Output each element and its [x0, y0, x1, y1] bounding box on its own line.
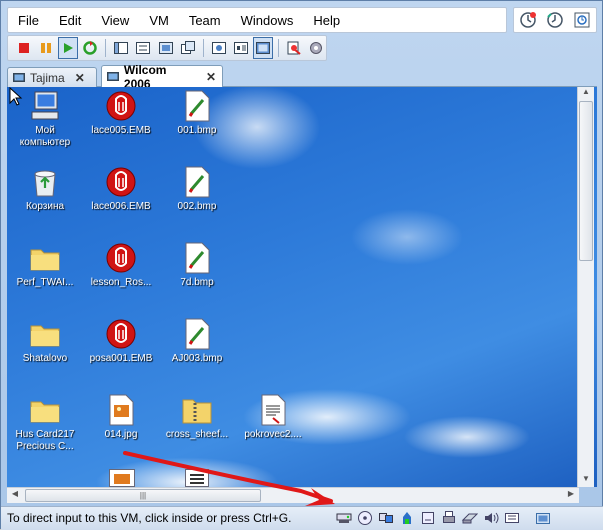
status-bar: To direct input to this VM, click inside… [1, 506, 603, 530]
desktop-icon-posa001[interactable]: posa001.EMB [83, 317, 159, 365]
tab-tajima[interactable]: Tajima ✕ [7, 67, 97, 87]
menu-view[interactable]: View [91, 13, 139, 28]
menu-vm[interactable]: VM [139, 13, 179, 28]
close-icon[interactable]: ✕ [206, 70, 216, 84]
emb-file-icon [104, 241, 138, 275]
desktop-icon-cross-sheef[interactable]: cross_sheef... [159, 393, 235, 441]
folder-icon [28, 241, 62, 275]
toolbar-separator [277, 39, 279, 57]
vertical-scroll-thumb[interactable] [579, 101, 593, 261]
zip-folder-icon [180, 393, 214, 427]
vm-icon [107, 72, 119, 81]
drive-icon[interactable] [461, 509, 478, 526]
device-status-icons [335, 509, 551, 526]
desktop-icon-pokrovec2[interactable]: pokrovec2.... [235, 393, 311, 441]
desktop-icon-perf-twai[interactable]: Perf_TWAI... [7, 241, 83, 289]
desktop-icon-001-bmp[interactable]: 001.bmp [159, 89, 235, 137]
tab-bar: Tajima ✕ Wilcom 2006 ✕ [7, 63, 597, 91]
vmware-window: File Edit View VM Team Windows Help Taji… [0, 0, 603, 530]
console-view-icon[interactable] [252, 37, 273, 59]
bmp-file-icon [180, 317, 214, 351]
desktop-icon-recycle-bin[interactable]: Корзина [7, 165, 83, 213]
take-snapshot-icon[interactable] [518, 10, 538, 30]
tab-wilcom-2006[interactable]: Wilcom 2006 ✕ [101, 63, 223, 91]
settings-gear-icon[interactable] [306, 37, 326, 59]
reset-icon[interactable] [80, 37, 100, 59]
emb-file-icon [104, 89, 138, 123]
menu-team[interactable]: Team [179, 13, 231, 28]
desktop-icon-lesson-ros[interactable]: lesson_Ros... [83, 241, 159, 289]
desktop-icon-shatalovo[interactable]: Shatalovo [7, 317, 83, 365]
vm-toolbar [7, 35, 327, 61]
desktop-icon-aj003-bmp[interactable]: AJ003.bmp [159, 317, 235, 365]
suspend-icon[interactable] [36, 37, 56, 59]
close-icon[interactable]: ✕ [75, 71, 85, 85]
tab-label: Tajima [30, 70, 65, 85]
partial-file-icon [109, 469, 135, 487]
appliance-view-icon[interactable] [231, 37, 251, 59]
cd-drive-icon[interactable] [356, 509, 373, 526]
desktop-icon-hus-card[interactable]: Hus Card217 Precious C... [7, 393, 83, 453]
snapshot-manager-icon[interactable] [572, 10, 592, 30]
vertical-scrollbar[interactable]: ▲ ▼ [577, 87, 594, 487]
desktop-icon-lace005[interactable]: lace005.EMB [83, 89, 159, 137]
menu-edit[interactable]: Edit [49, 13, 91, 28]
emb-file-icon [104, 317, 138, 351]
power-off-icon[interactable] [14, 37, 34, 59]
partial-file-icon [185, 469, 209, 487]
menu-bar: File Edit View VM Team Windows Help [7, 7, 507, 33]
jpg-file-icon [104, 393, 138, 427]
scroll-up-icon[interactable]: ▲ [578, 87, 594, 100]
document-file-icon [256, 393, 290, 427]
scroll-right-icon[interactable]: ▶ [564, 489, 578, 502]
full-screen-icon[interactable] [155, 37, 175, 59]
fullscreen-icon[interactable] [534, 509, 551, 526]
status-message: To direct input to this VM, click inside… [7, 511, 292, 525]
my-computer-icon [28, 89, 62, 123]
vm-console-display[interactable]: Мой компьютер Корзина Perf_TWAI... Shata… [7, 87, 597, 487]
toolbar-separator [202, 39, 204, 57]
menu-file[interactable]: File [8, 13, 49, 28]
snapshot-toolbar [513, 7, 597, 33]
menu-help[interactable]: Help [303, 13, 350, 28]
toolbar-separator [105, 39, 107, 57]
power-on-icon[interactable] [58, 37, 79, 59]
floppy-icon[interactable] [398, 509, 415, 526]
printer-icon[interactable] [440, 509, 457, 526]
unity-icon[interactable] [178, 37, 198, 59]
guest-tools-icon[interactable] [284, 37, 304, 59]
desktop-icon-lace006[interactable]: lace006.EMB [83, 165, 159, 213]
vm-icon [13, 72, 25, 82]
folder-icon [28, 317, 62, 351]
horizontal-scroll-thumb[interactable]: ||| [25, 489, 261, 502]
scroll-left-icon[interactable]: ◀ [8, 489, 22, 502]
folder-icon [28, 393, 62, 427]
scroll-down-icon[interactable]: ▼ [578, 474, 594, 487]
menu-windows[interactable]: Windows [231, 13, 304, 28]
message-icon[interactable] [503, 509, 520, 526]
bmp-file-icon [180, 165, 214, 199]
bmp-file-icon [180, 241, 214, 275]
recycle-bin-icon [28, 165, 62, 199]
desktop-icon-my-computer[interactable]: Мой компьютер [7, 89, 83, 149]
show-sidebar-icon[interactable] [111, 37, 131, 59]
revert-snapshot-icon[interactable] [545, 10, 565, 30]
emb-file-icon [104, 165, 138, 199]
network-icon[interactable] [335, 509, 352, 526]
horizontal-scrollbar[interactable]: ◀ ||| ▶ [7, 487, 579, 503]
summary-view-icon[interactable] [209, 37, 229, 59]
hard-disk-icon[interactable] [419, 509, 436, 526]
quick-switch-icon[interactable] [133, 37, 153, 59]
desktop-icon-7d-bmp[interactable]: 7d.bmp [159, 241, 235, 289]
desktop-icon-014-jpg[interactable]: 014.jpg [83, 393, 159, 441]
desktop-icon-002-bmp[interactable]: 002.bmp [159, 165, 235, 213]
sound-icon[interactable] [482, 509, 499, 526]
bmp-file-icon [180, 89, 214, 123]
usb-icon[interactable] [377, 509, 394, 526]
